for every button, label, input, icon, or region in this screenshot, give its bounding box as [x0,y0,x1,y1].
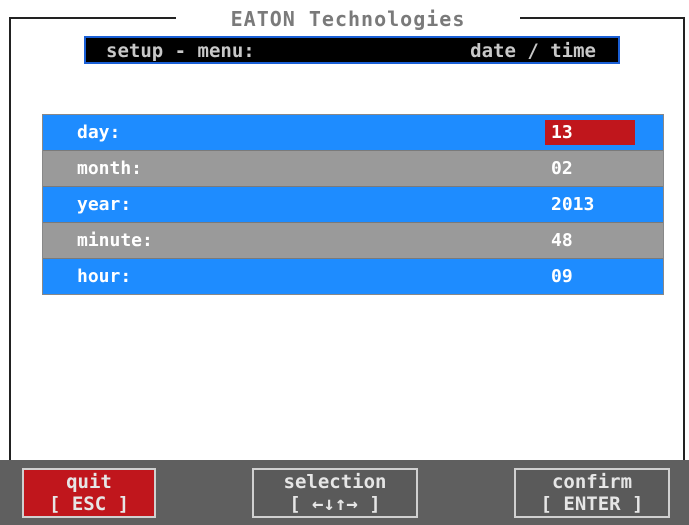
settings-table: day: 13 month: 02 year: 2013 minute: 48 … [42,114,664,295]
selection-label: selection [283,471,387,493]
hour-label: hour: [77,266,132,287]
hour-value[interactable]: 09 [545,264,579,289]
confirm-key: [ ENTER ] [540,493,644,515]
quit-key: [ ESC ] [48,493,130,515]
confirm-label: confirm [551,471,633,493]
day-value[interactable]: 13 [545,120,635,145]
quit-button[interactable]: quit [ ESC ] [22,468,156,518]
row-month[interactable]: month: 02 [43,151,663,187]
menu-title-right: date / time [470,40,596,62]
day-label: day: [77,122,121,143]
minute-value[interactable]: 48 [545,228,579,253]
selection-button[interactable]: selection [ ←↓↑→ ] [252,468,418,518]
selection-key: [ ←↓↑→ ] [289,493,381,515]
confirm-button[interactable]: confirm [ ENTER ] [514,468,670,518]
year-label: year: [77,194,132,215]
month-value[interactable]: 02 [545,156,579,181]
row-day[interactable]: day: 13 [43,115,663,151]
row-minute[interactable]: minute: 48 [43,223,663,259]
menu-title-left: setup - menu: [106,40,255,62]
row-hour[interactable]: hour: 09 [43,259,663,294]
quit-label: quit [66,471,112,493]
minute-label: minute: [77,230,153,251]
year-value[interactable]: 2013 [545,192,600,217]
row-year[interactable]: year: 2013 [43,187,663,223]
brand-title: EATON Technologies [176,6,520,32]
menu-title-bar: setup - menu: date / time [84,36,620,64]
month-label: month: [77,158,143,179]
